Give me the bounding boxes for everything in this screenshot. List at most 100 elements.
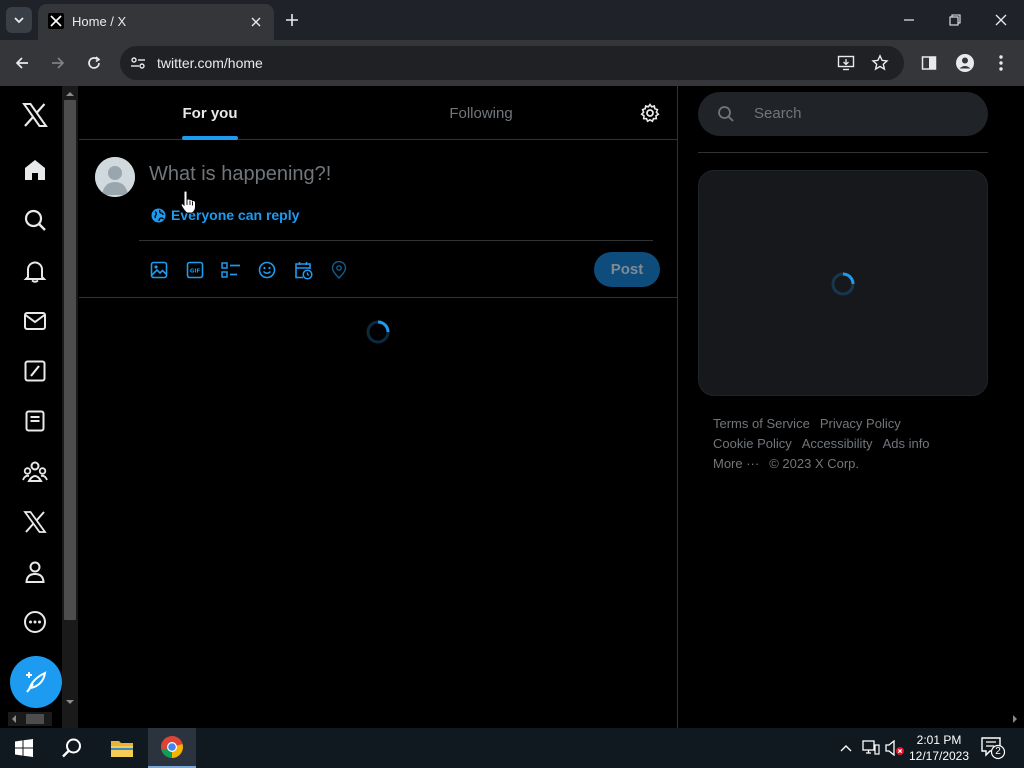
messages-icon[interactable]: [20, 306, 50, 336]
more-link[interactable]: More ···: [713, 456, 759, 471]
restore-icon: [949, 14, 961, 26]
vertical-scrollbar[interactable]: [62, 86, 78, 728]
clock-date: 12/17/2023: [908, 749, 970, 763]
tab-following[interactable]: Following: [341, 86, 621, 140]
tab-for-you[interactable]: For you: [79, 86, 341, 140]
location-icon[interactable]: [329, 260, 349, 280]
page-viewport: For you Following What is happening?! Ev…: [0, 86, 1024, 728]
post-button[interactable]: Post: [594, 252, 660, 287]
plus-icon: [286, 14, 298, 26]
file-explorer-button[interactable]: [98, 728, 146, 768]
chevron-up-icon: [840, 745, 852, 752]
browser-menu-icon[interactable]: [990, 52, 1012, 74]
volume-muted-icon[interactable]: [884, 728, 906, 768]
tab-following-label: Following: [449, 104, 513, 122]
scrollbar-thumb[interactable]: [64, 100, 76, 620]
horizontal-scrollbar-thumb[interactable]: [26, 714, 44, 724]
terms-link[interactable]: Terms of Service: [713, 416, 810, 431]
reload-button[interactable]: [82, 51, 106, 75]
side-panel-icon[interactable]: [918, 52, 940, 74]
chrome-taskbar-button[interactable]: [148, 728, 196, 768]
action-center-button[interactable]: 2: [980, 736, 1006, 760]
scroll-down-icon[interactable]: [66, 698, 74, 706]
emoji-icon[interactable]: [257, 260, 277, 280]
explore-icon[interactable]: [20, 205, 50, 235]
home-icon[interactable]: [20, 155, 50, 185]
taskbar-search-button[interactable]: [48, 728, 96, 768]
lists-icon[interactable]: [20, 406, 50, 436]
user-avatar[interactable]: [95, 157, 135, 197]
tab-close-button[interactable]: [246, 12, 266, 32]
ads-info-link[interactable]: Ads info: [883, 436, 930, 451]
bookmark-star-icon[interactable]: [870, 53, 890, 73]
media-icon[interactable]: [149, 260, 169, 280]
reload-icon: [88, 56, 101, 69]
footer-links: Terms of Service Privacy Policy Cookie Po…: [713, 414, 973, 474]
notification-count: 2: [995, 746, 1001, 757]
post-button-label: Post: [610, 261, 644, 278]
search-placeholder: Search: [754, 105, 802, 122]
tab-search-button[interactable]: [6, 7, 32, 33]
show-hidden-icons-button[interactable]: [836, 728, 856, 768]
composer-divider: [139, 240, 653, 241]
horizontal-scrollbar[interactable]: [8, 712, 52, 726]
folder-icon: [111, 741, 133, 757]
x-logo-icon[interactable]: [20, 100, 50, 130]
hand-cursor-icon: [180, 190, 196, 214]
chrome-icon: [161, 736, 183, 758]
scroll-up-icon[interactable]: [66, 90, 74, 98]
forward-button[interactable]: [46, 51, 70, 75]
back-button[interactable]: [10, 51, 34, 75]
notification-icon: [981, 737, 1006, 760]
search-icon: [62, 738, 81, 758]
gear-icon: [640, 103, 660, 123]
start-button[interactable]: [0, 728, 48, 768]
scroll-left-icon[interactable]: [10, 715, 18, 723]
chevron-down-icon: [14, 17, 24, 24]
minimize-button[interactable]: [894, 6, 924, 34]
post-text-input[interactable]: What is happening?!: [149, 163, 331, 186]
cookie-link[interactable]: Cookie Policy: [713, 436, 792, 451]
privacy-link[interactable]: Privacy Policy: [820, 416, 901, 431]
arrow-right-icon: [52, 57, 65, 69]
arrow-left-icon: [15, 57, 28, 69]
grok-icon[interactable]: [20, 356, 50, 386]
profile-icon[interactable]: [20, 557, 50, 587]
premium-icon[interactable]: [20, 507, 50, 537]
close-window-button[interactable]: [986, 6, 1016, 34]
compose-post-button[interactable]: [10, 656, 62, 708]
windows-logo-icon: [15, 739, 33, 757]
timeline-tabs: For you Following: [79, 86, 677, 140]
install-app-icon[interactable]: [836, 53, 856, 73]
close-icon: [251, 17, 261, 27]
globe-icon: [151, 208, 166, 222]
restore-button[interactable]: [940, 6, 970, 34]
reply-setting-button[interactable]: Everyone can reply: [151, 207, 299, 223]
windows-taskbar: 2:01 PM 12/17/2023 2: [0, 728, 1024, 768]
new-tab-button[interactable]: [280, 8, 304, 32]
more-icon[interactable]: [20, 607, 50, 637]
schedule-icon[interactable]: [293, 260, 313, 280]
x-favicon-icon: [48, 13, 64, 29]
poll-icon[interactable]: [221, 260, 241, 280]
loading-spinner-icon: [831, 272, 855, 296]
copyright-text: © 2023 X Corp.: [769, 456, 860, 471]
address-bar[interactable]: twitter.com/home: [120, 46, 904, 80]
browser-toolbar: twitter.com/home: [0, 40, 1024, 86]
site-settings-icon[interactable]: [128, 53, 148, 73]
active-tab-indicator: [182, 136, 238, 140]
loading-spinner-icon: [366, 320, 390, 344]
gif-icon[interactable]: GIF: [185, 260, 205, 280]
tab-title: Home / X: [72, 14, 127, 29]
main-timeline: For you Following What is happening?! Ev…: [79, 86, 678, 728]
system-clock[interactable]: 2:01 PM 12/17/2023: [906, 732, 972, 764]
browser-tab[interactable]: Home / X: [38, 4, 274, 40]
communities-icon[interactable]: [20, 457, 50, 487]
timeline-settings-button[interactable]: [639, 102, 661, 124]
accessibility-link[interactable]: Accessibility: [802, 436, 873, 451]
profile-avatar-icon[interactable]: [954, 52, 976, 74]
sidebar-divider: [698, 152, 988, 153]
notifications-icon[interactable]: [20, 256, 50, 286]
network-icon[interactable]: [860, 728, 882, 768]
search-input[interactable]: Search: [698, 92, 988, 136]
